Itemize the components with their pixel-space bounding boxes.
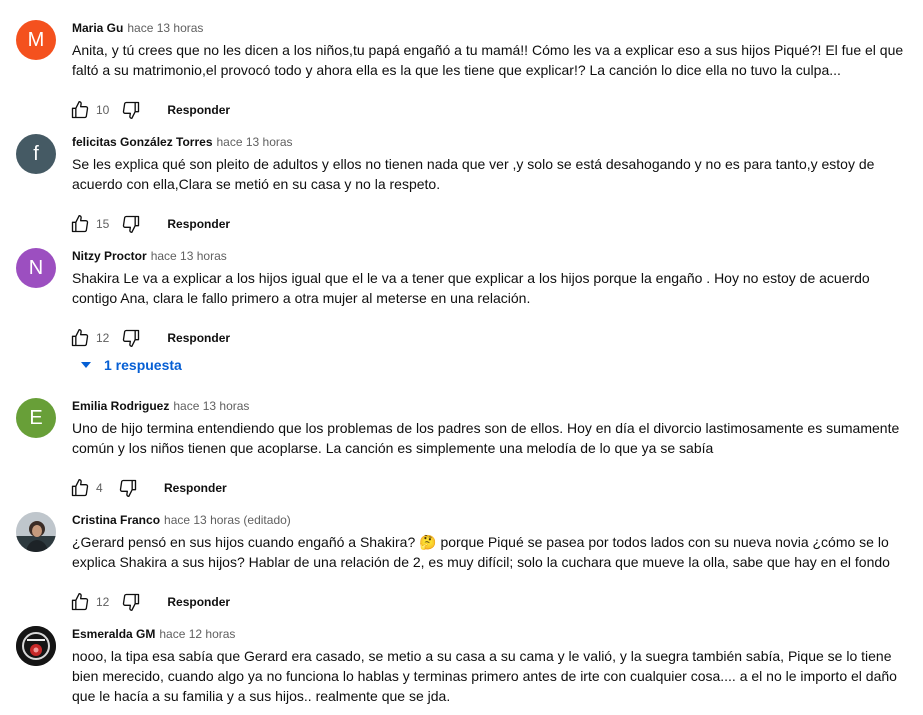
comment-text: ¿Gerard pensó en sus hijos cuando engañó… — [72, 532, 916, 572]
like-count: 10 — [96, 103, 110, 117]
comment-time[interactable]: hace 12 horas — [159, 627, 235, 641]
comment-author[interactable]: Esmeralda GM — [72, 627, 155, 641]
like-count: 15 — [96, 217, 110, 231]
thumb-down-icon — [123, 101, 140, 120]
reply-button[interactable]: Responder — [167, 217, 230, 231]
reply-button[interactable]: Responder — [167, 331, 230, 345]
comment-header: felicitas González Torres hace 13 horas — [72, 134, 916, 152]
avatar-initial: N — [28, 256, 44, 279]
reply-button[interactable]: Responder — [167, 103, 230, 117]
caret-down-icon — [81, 362, 91, 368]
reply-button[interactable]: Responder — [167, 595, 230, 609]
profile-photo-icon — [16, 512, 56, 552]
comment-body: Esmeralda GM hace 12 horas nooo, la tipa … — [72, 626, 916, 706]
comment-header: Maria Gu hace 13 horas — [72, 20, 916, 38]
comment-text: Uno de hijo termina entendiendo que los … — [72, 420, 900, 456]
thumb-down-icon — [119, 479, 137, 497]
dislike-button[interactable] — [119, 98, 143, 122]
comment-time[interactable]: hace 13 horas — [151, 249, 227, 263]
comment-text-part: ¿Gerard pensó en sus hijos cuando engañó… — [72, 534, 420, 550]
avatar-initial: E — [29, 406, 43, 429]
profile-photo-icon — [16, 626, 56, 666]
avatar[interactable] — [16, 512, 56, 552]
avatar[interactable]: E — [16, 398, 56, 438]
view-replies-button[interactable]: 1 respuesta — [72, 353, 182, 377]
replies-label: 1 respuesta — [104, 357, 182, 373]
thumb-down-icon — [123, 593, 140, 611]
comment-text: Shakira Le va a explicar a los hijos igu… — [72, 270, 870, 306]
thinking-emoji-icon: 🤔 — [419, 534, 437, 550]
like-button[interactable] — [68, 476, 92, 500]
comment-text: Se les explica qué son pleito de adultos… — [72, 156, 875, 192]
comment-text: Anita, y tú crees que no les dicen a los… — [72, 42, 904, 78]
like-button[interactable] — [68, 98, 92, 122]
comment-time[interactable]: hace 13 horas — [127, 21, 203, 35]
thumb-up-icon — [71, 479, 89, 497]
comment-author[interactable]: Maria Gu — [72, 21, 123, 35]
comment-text: nooo, la tipa esa sabía que Gerard era c… — [72, 648, 897, 704]
thumb-up-icon — [71, 215, 89, 233]
comment-header: Cristina Franco hace 13 horas (editado) — [72, 512, 916, 530]
avatar[interactable]: f — [16, 134, 56, 174]
comment-actions: 12 Responder — [68, 586, 916, 618]
comment-actions: 10 Responder — [68, 94, 916, 126]
thumb-down-icon — [123, 215, 140, 233]
reply-button[interactable]: Responder — [164, 481, 227, 495]
comment-body: Maria Gu hace 13 horas Anita, y tú crees … — [71, 20, 916, 126]
comment-author[interactable]: Emilia Rodriguez — [72, 399, 169, 413]
dislike-button[interactable] — [119, 212, 143, 236]
like-count: 4 — [96, 481, 103, 495]
comment-body: felicitas González Torres hace 13 horas S… — [71, 134, 916, 240]
avatar-initial: M — [27, 28, 45, 51]
like-button[interactable] — [68, 326, 92, 350]
comment-time[interactable]: hace 13 horas — [217, 135, 293, 149]
avatar[interactable]: N — [16, 248, 56, 288]
avatar[interactable] — [16, 626, 56, 666]
comment-actions: 15 Responder — [68, 208, 916, 240]
like-count: 12 — [96, 595, 110, 609]
comment-time[interactable]: hace 13 horas (editado) — [164, 513, 291, 527]
like-button[interactable] — [68, 212, 92, 236]
comment-author[interactable]: felicitas González Torres — [72, 135, 213, 149]
dislike-button[interactable] — [119, 326, 143, 350]
comment-body: Emilia Rodriguez hace 13 horas Uno de hij… — [71, 398, 916, 504]
comment-actions: 4 Responder — [68, 472, 916, 504]
comment-header: Emilia Rodriguez hace 13 horas — [72, 398, 916, 416]
thumb-down-icon — [123, 329, 140, 347]
dislike-button[interactable] — [119, 590, 143, 614]
comment-body: Nitzy Proctor hace 13 horas Shakira Le va… — [71, 248, 916, 354]
like-count: 12 — [96, 331, 110, 345]
comment-author[interactable]: Nitzy Proctor — [72, 249, 147, 263]
avatar-initial: f — [33, 142, 39, 165]
thumb-up-icon — [71, 593, 89, 611]
thumb-up-icon — [71, 101, 89, 119]
comment-body: Cristina Franco hace 13 horas (editado) ¿… — [71, 512, 916, 618]
comment-header: Esmeralda GM hace 12 horas — [72, 626, 916, 644]
comment-time[interactable]: hace 13 horas — [173, 399, 249, 413]
dislike-button[interactable] — [116, 476, 140, 500]
comment-author[interactable]: Cristina Franco — [72, 513, 160, 527]
comment-header: Nitzy Proctor hace 13 horas — [72, 248, 916, 266]
comment-actions: 12 Responder — [68, 322, 916, 354]
thumb-up-icon — [71, 329, 89, 347]
avatar[interactable]: M — [16, 20, 56, 60]
like-button[interactable] — [68, 590, 92, 614]
